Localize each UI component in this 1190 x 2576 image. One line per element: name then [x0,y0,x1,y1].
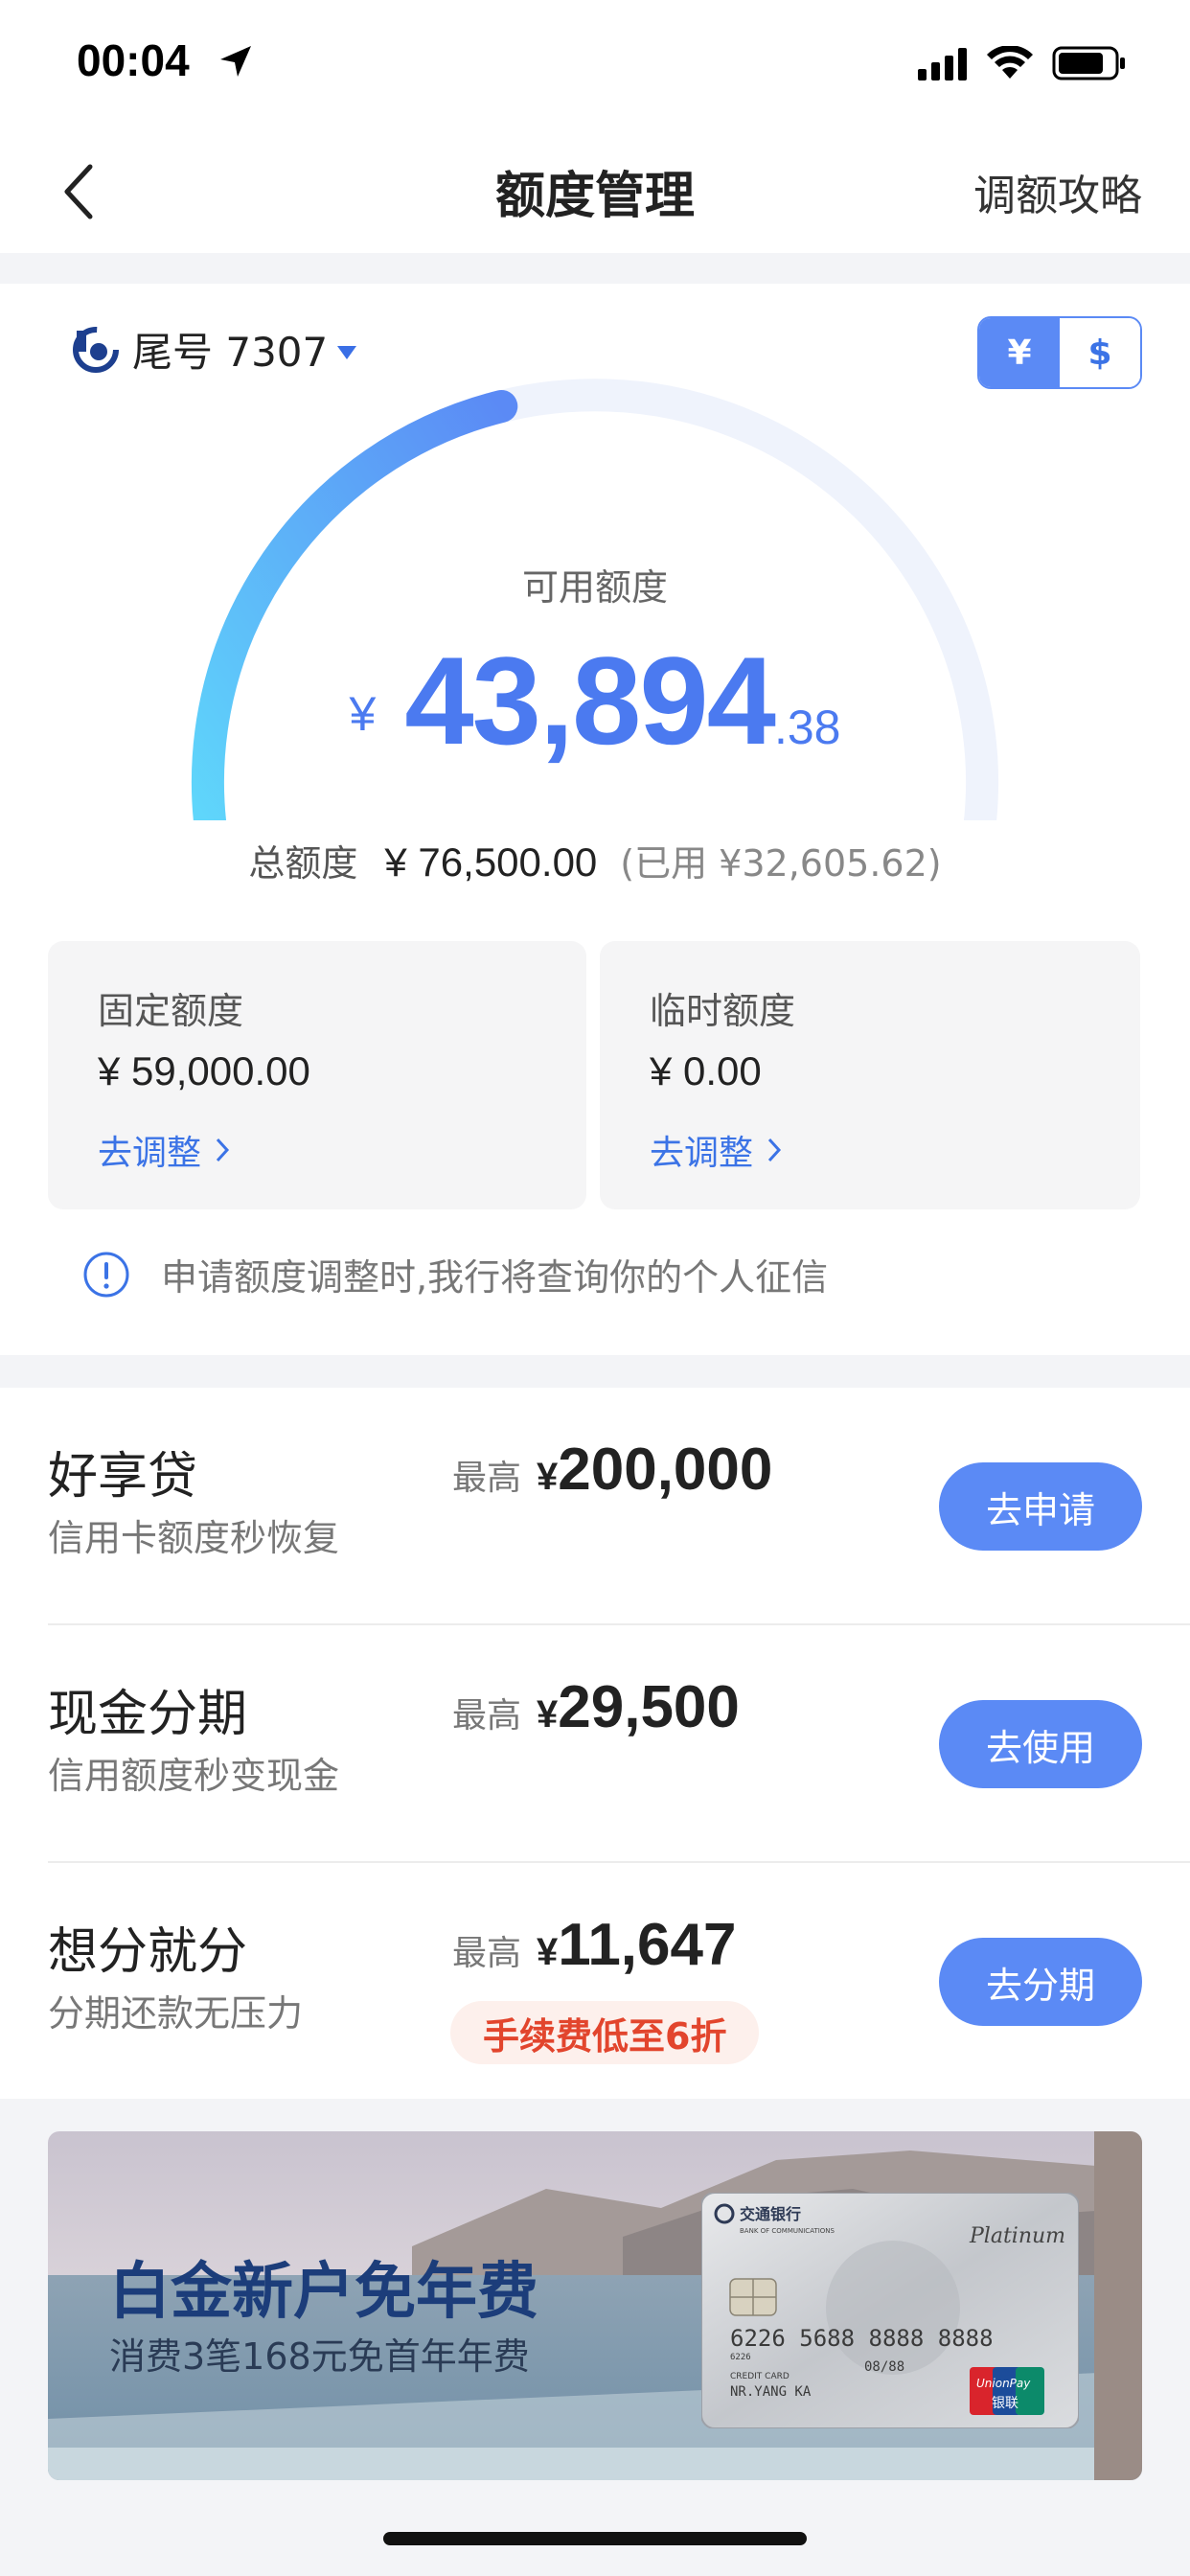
apply-button[interactable]: 去申请 [939,1462,1142,1551]
product-name: 好享贷 [48,1448,198,1506]
max-value: 11,647 [558,1912,737,1978]
products-section: 好享贷 信用卡额度秒恢复 最高 ¥200,000 去申请 现金分期 信用额度秒变现… [0,1388,1190,2099]
product-desc: 信用卡额度秒恢复 [48,1517,340,1559]
unionpay-text: UnionPay [976,2377,1031,2390]
promo-banner[interactable]: 白金新户免年费 消费3笔168元免首年年费 交通银行 BANK OF COMMU… [48,2131,1142,2480]
info-icon [83,1252,129,1297]
adjust-fixed-limit-link[interactable]: 去调整 [98,1125,230,1175]
location-arrow-icon [220,46,251,77]
total-limit-line: 总额度 ¥ 76,500.00 (已用 ¥32,605.62) [0,834,1190,886]
bank-logo-icon [73,326,119,373]
adjust-fixed-limit-label: 去调整 [98,1134,202,1173]
limit-overview-section: 尾号 7307 ¥ $ 可用额度 ¥43,894.38 总额度 ¥ 76,500.… [0,284,1190,1355]
currency-rmb-button[interactable]: ¥ [979,318,1060,387]
home-indicator [383,2532,807,2545]
product-name: 想分就分 [48,1923,248,1981]
total-limit-value: ¥ 76,500.00 [384,840,598,885]
currency-usd-button[interactable]: $ [1060,318,1140,387]
chevron-right-icon [767,1138,782,1162]
fixed-limit-card: 固定额度 ¥ 59,000.00 去调整 [48,941,586,1209]
chevron-right-icon [216,1138,230,1162]
dropdown-caret-icon [337,345,357,359]
installment-button[interactable]: 去分期 [939,1938,1142,2026]
temp-limit-card: 临时额度 ¥ 0.00 去调整 [600,941,1140,1209]
nav-bar: 额度管理 调额攻略 [0,126,1190,253]
card-bank-name: 交通银行 [740,2205,801,2223]
product-max-amount: 最高 ¥200,000 [452,1436,772,1504]
card-number-prefix: 6226 [730,2353,751,2362]
product-desc: 信用额度秒变现金 [48,1755,340,1797]
fee-discount-badge: 手续费低至6折 [450,2001,760,2064]
status-bar: 00:04 [0,0,1190,126]
product-desc: 分期还款无压力 [48,1992,304,2035]
credit-check-notice: 申请额度调整时,我行将查询你的个人征信 [82,1248,828,1300]
available-currency-symbol: ¥ [349,687,377,741]
max-currency: ¥ [537,1931,559,1973]
card-type: CREDIT CARD [730,2372,790,2381]
product-max-amount: 最高 ¥29,500 [452,1673,740,1741]
banner-subtitle: 消费3笔168元免首年年费 [109,2335,530,2378]
card-valid-thru: 08/88 [864,2359,904,2375]
card-bank-name-en: BANK OF COMMUNICATIONS [740,2227,835,2235]
card-holder: NR.YANG KA [730,2384,812,2400]
max-label: 最高 [452,1459,522,1498]
card-selector[interactable]: 尾号 7307 [73,320,357,379]
battery-icon [1052,46,1125,80]
card-number: 6226 5688 8888 8888 [730,2325,994,2352]
banner-title: 白金新户免年费 [109,2257,538,2328]
unionpay-text-cn: 银联 [992,2396,1018,2411]
used-amount: (已用 ¥32,605.62) [620,842,942,885]
product-max-amount: 最高 ¥11,647 [452,1911,736,1979]
cellular-signal-icon [918,48,967,80]
available-integer: 43,894 [404,631,776,770]
product-row-haoxiangdai: 好享贷 信用卡额度秒恢复 最高 ¥200,000 去申请 [0,1388,1190,1625]
temp-limit-value: ¥ 0.00 [650,1048,762,1093]
card-tail-number: 尾号 7307 [132,329,329,376]
max-currency: ¥ [537,1693,559,1736]
max-value: 200,000 [558,1437,773,1503]
use-button[interactable]: 去使用 [939,1700,1142,1788]
available-decimal: .38 [773,701,841,754]
status-time: 00:04 [77,35,190,85]
wifi-icon [987,46,1033,79]
fixed-limit-value: ¥ 59,000.00 [98,1048,310,1093]
platinum-credit-card-image: 交通银行 BANK OF COMMUNICATIONS Platinum 622… [701,2193,1079,2428]
max-label: 最高 [452,1934,522,1973]
max-currency: ¥ [537,1456,559,1498]
currency-toggle[interactable]: ¥ $ [977,316,1142,389]
product-row-installment: 想分就分 分期还款无压力 最高 ¥11,647 手续费低至6折 去分期 [0,1863,1190,2101]
available-limit-amount: ¥43,894.38 [0,629,1190,772]
product-name: 现金分期 [48,1686,248,1743]
total-limit-label: 总额度 [248,842,358,885]
notice-text: 申请额度调整时,我行将查询你的个人征信 [161,1256,829,1299]
product-row-cash-installment: 现金分期 信用额度秒变现金 最高 ¥29,500 去使用 [0,1625,1190,1863]
available-limit-label: 可用额度 [521,566,668,609]
temp-limit-title: 临时额度 [650,990,796,1032]
card-tier: Platinum [969,2224,1065,2248]
max-label: 最高 [452,1696,522,1736]
fixed-limit-title: 固定额度 [98,990,244,1032]
adjust-temp-limit-link[interactable]: 去调整 [650,1125,782,1175]
max-value: 29,500 [558,1674,740,1740]
unionpay-logo-icon: UnionPay 银联 [970,2367,1044,2415]
limit-guide-link[interactable]: 调额攻略 [973,161,1142,222]
adjust-temp-limit-label: 去调整 [650,1134,754,1173]
